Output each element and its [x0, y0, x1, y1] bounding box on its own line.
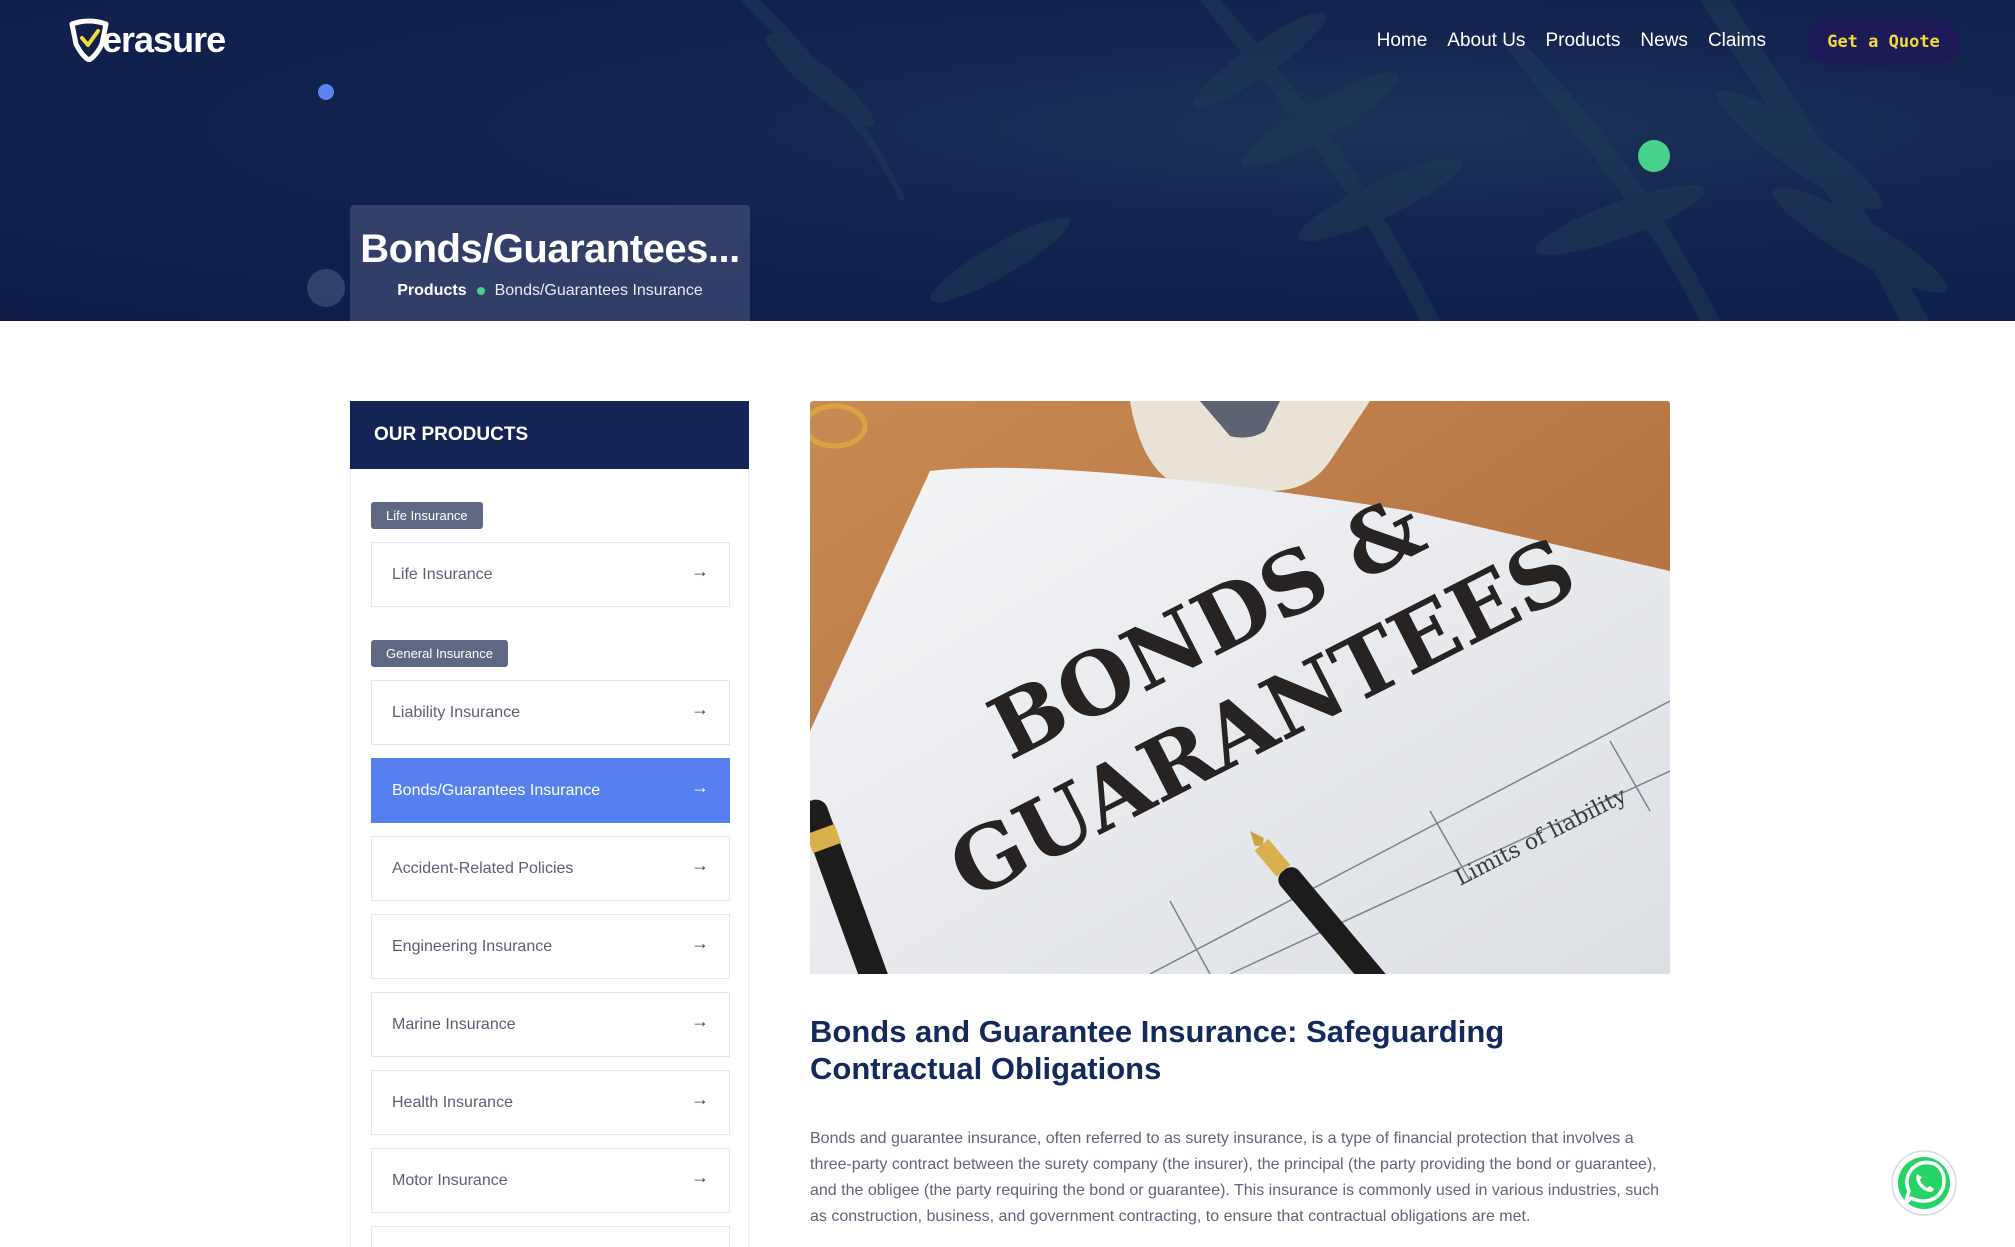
decorative-dot	[318, 84, 334, 100]
arrow-right-icon: →	[691, 561, 709, 581]
sidebar-item-accident-related-policies[interactable]: Accident-Related Policies →	[371, 836, 730, 901]
sidebar-item-label: Health Insurance	[392, 1093, 513, 1111]
brand-name: erasure	[102, 19, 226, 60]
sidebar-item-label: Accident-Related Policies	[392, 859, 574, 877]
decorative-dot	[307, 269, 345, 307]
sidebar-item-label: Life Insurance	[392, 565, 493, 583]
sidebar-item-health-insurance[interactable]: Health Insurance →	[371, 1070, 730, 1135]
sidebar-item-label: Marine Insurance	[392, 1015, 516, 1033]
group-tag-general-insurance: General Insurance	[371, 640, 508, 667]
nav-claims[interactable]: Claims	[1708, 26, 1766, 56]
sidebar-item-bonds-guarantees-insurance[interactable]: Bonds/Guarantees Insurance →	[371, 758, 730, 823]
nav-news[interactable]: News	[1640, 26, 1688, 56]
main-nav: Home About Us Products News Claims	[1377, 26, 1766, 56]
brand-logo[interactable]: erasure	[68, 18, 226, 62]
sidebar-item-life-insurance[interactable]: Life Insurance →	[371, 542, 730, 607]
hero-banner: erasure Home About Us Products News Clai…	[0, 0, 2015, 321]
sidebar-item-label: Engineering Insurance	[392, 937, 553, 955]
sidebar-item-marine-insurance[interactable]: Marine Insurance →	[371, 992, 730, 1057]
feature-image: BONDS & GUARANTEES Limits of liability	[810, 401, 1670, 974]
whatsapp-icon[interactable]	[1891, 1150, 1957, 1216]
get-a-quote-button[interactable]: Get a Quote	[1807, 18, 1960, 65]
arrow-right-icon: →	[691, 1167, 709, 1187]
sidebar-item-label: Bonds/Guarantees Insurance	[392, 781, 601, 799]
breadcrumb-separator-icon	[476, 287, 485, 295]
arrow-right-icon: →	[691, 1089, 709, 1109]
arrow-right-icon: →	[691, 855, 709, 875]
decorative-dot	[1638, 140, 1670, 172]
arrow-right-icon: →	[691, 777, 709, 797]
nav-products[interactable]: Products	[1545, 26, 1620, 56]
nav-home[interactable]: Home	[1377, 26, 1428, 56]
sidebar-heading: OUR PRODUCTS	[350, 401, 749, 469]
arrow-right-icon: →	[691, 699, 709, 719]
sidebar-item-liability-insurance[interactable]: Liability Insurance →	[371, 680, 730, 745]
page-title-card: Bonds/Guarantees... Products Bonds/Guara…	[350, 205, 750, 321]
sidebar-item-label: Liability Insurance	[392, 703, 521, 721]
group-tag-life-insurance: Life Insurance	[371, 502, 483, 529]
nav-about-us[interactable]: About Us	[1447, 26, 1525, 56]
breadcrumb: Products Bonds/Guarantees Insurance	[397, 282, 702, 300]
content-title: Bonds and Guarantee Insurance: Safeguard…	[810, 1014, 1505, 1086]
breadcrumb-current: Bonds/Guarantees Insurance	[494, 282, 703, 299]
sidebar-item-engineering-insurance[interactable]: Engineering Insurance →	[371, 914, 730, 979]
breadcrumb-products-link[interactable]: Products	[397, 282, 466, 300]
sidebar-item-partial[interactable]	[371, 1226, 730, 1247]
sidebar-item-motor-insurance[interactable]: Motor Insurance →	[371, 1148, 730, 1213]
sidebar-item-label: Motor Insurance	[392, 1171, 508, 1189]
content-body: Bonds and guarantee insurance, often ref…	[810, 1130, 1660, 1225]
arrow-right-icon: →	[691, 933, 709, 953]
bonds-guarantees-photo: BONDS & GUARANTEES Limits of liability	[810, 401, 1670, 974]
products-sidebar: OUR PRODUCTS Life Insurance Life Insuran…	[350, 401, 749, 1247]
page-title: Bonds/Guarantees...	[360, 227, 740, 271]
arrow-right-icon: →	[691, 1011, 709, 1031]
